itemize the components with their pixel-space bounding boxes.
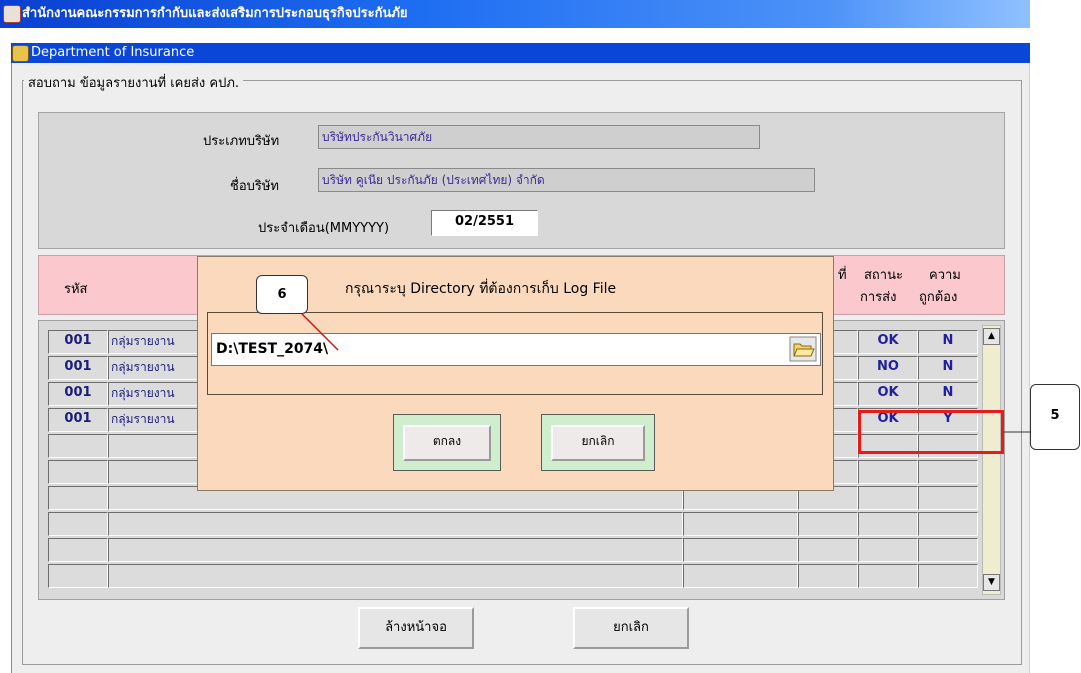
callout-step-5: 5: [1030, 384, 1080, 450]
callout-step-6: 6: [256, 275, 308, 314]
callout-lines: [301, 313, 1030, 433]
highlight-box: [858, 410, 1004, 454]
